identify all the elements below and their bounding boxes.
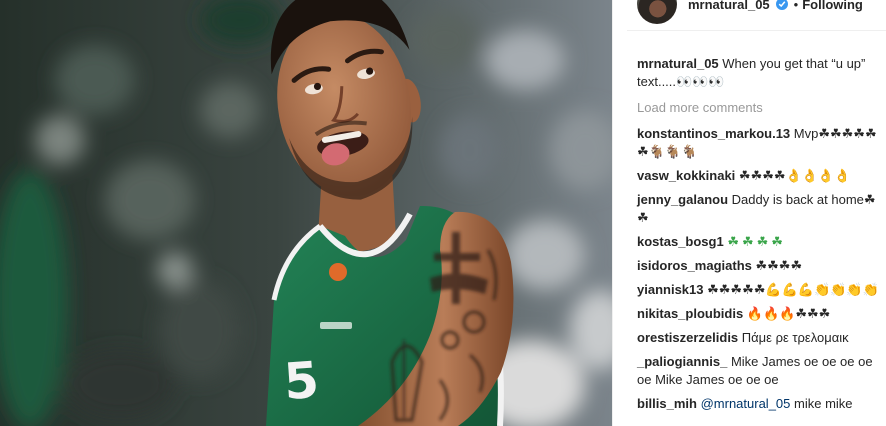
comment-text: ☘☘☘☘☘💪💪💪👏👏👏👏	[707, 282, 879, 297]
comment-text: Πάμε ρε τρελομαικ	[741, 330, 849, 345]
following-button[interactable]: Following	[802, 0, 863, 12]
comment-username[interactable]: vasw_kokkinaki	[637, 168, 735, 183]
header-divider	[627, 30, 886, 31]
comment-username[interactable]: kostas_bosg1	[637, 234, 724, 249]
comment-mention[interactable]: @mrnatural_05	[701, 396, 791, 411]
player-photo: 5	[0, 0, 612, 426]
comment: _paliogiannis_ Mike James oe oe oe oe oe…	[637, 353, 886, 389]
post-caption: mrnatural_05 When you get that “u up” te…	[637, 55, 886, 91]
comment: kostas_bosg1 ☘☘☘☘	[637, 233, 786, 251]
comment: jenny_galanou Daddy is back at home☘☘	[637, 191, 886, 227]
load-more-comments-button[interactable]: Load more comments	[637, 99, 763, 117]
comment: konstantinos_markou.13 Mvp☘☘☘☘☘☘🐐🐐🐐	[637, 125, 886, 161]
comment-username[interactable]: yiannisk13	[637, 282, 704, 297]
euroleague-logo	[329, 263, 347, 281]
comment-username[interactable]: jenny_galanou	[637, 192, 728, 207]
comment-text: ☘☘☘☘	[727, 234, 786, 249]
post-header: mrnatural_05 • Following	[637, 0, 863, 24]
comments-panel: mrnatural_05 • Following mrnatural_05 Wh…	[612, 0, 886, 426]
comment: isidoros_magiaths ☘☘☘☘	[637, 257, 802, 275]
comment-username[interactable]: konstantinos_markou.13	[637, 126, 790, 141]
verified-badge-icon	[775, 0, 788, 10]
jersey-number: 5	[282, 351, 321, 411]
comment-username[interactable]: orestiszerzelidis	[637, 330, 738, 345]
caption-username[interactable]: mrnatural_05	[637, 56, 719, 71]
comment: billis_mih @mrnatural_05 mike mike	[637, 395, 886, 413]
profile-avatar[interactable]	[637, 0, 677, 24]
post-photo[interactable]: 5	[0, 0, 612, 426]
comment-username[interactable]: billis_mih	[637, 396, 697, 411]
comment-username[interactable]: nikitas_ploubidis	[637, 306, 743, 321]
comment: yiannisk13 ☘☘☘☘☘💪💪💪👏👏👏👏	[637, 281, 879, 299]
header-username[interactable]: mrnatural_05	[688, 0, 770, 12]
instagram-post: 5 mrnatural_05 • Following mrnatural_05 …	[0, 0, 886, 426]
comment-username[interactable]: _paliogiannis_	[637, 354, 727, 369]
comment-username[interactable]: isidoros_magiaths	[637, 258, 752, 273]
comment: nikitas_ploubidis 🔥🔥🔥☘☘☘	[637, 305, 830, 323]
comment-text: ☘☘☘☘	[755, 258, 803, 273]
comment-text: 🔥🔥🔥☘☘☘	[746, 306, 831, 321]
comment-text: mike mike	[794, 396, 853, 411]
comment: vasw_kokkinaki ☘☘☘☘👌👌👌👌	[637, 167, 850, 185]
comment-text: ☘☘☘☘👌👌👌👌	[738, 168, 851, 183]
header-separator: •	[793, 0, 799, 12]
comment: orestiszerzelidis Πάμε ρε τρελομαικ	[637, 329, 849, 347]
jersey-sponsor-patch	[320, 322, 352, 329]
